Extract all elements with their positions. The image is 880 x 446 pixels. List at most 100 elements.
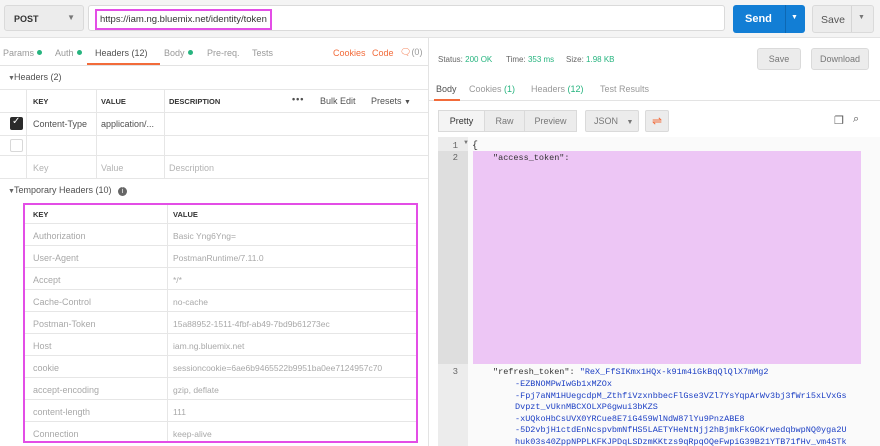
code-key: "refresh_token": [493, 367, 575, 377]
temp-headers-title[interactable]: ▼Temporary Headers (10) i [0, 185, 128, 196]
code-string: Dvpzt_vUknMBCXOLXP6gwui3bKZS [515, 402, 658, 412]
code-key: "access_token": [493, 153, 570, 163]
col-value: VALUE [101, 97, 126, 106]
tab-body[interactable]: Body [164, 48, 193, 58]
send-button[interactable]: Send ▼ [733, 5, 805, 33]
tab-body-label: Body [164, 48, 185, 58]
tab-cookies-count: (1) [504, 84, 516, 94]
request-bar: POST ▼ https://iam.ng.bluemix.net/identi… [0, 0, 880, 38]
temp-headers-title-text: Temporary Headers (10) [14, 185, 112, 195]
code-line: { [472, 141, 479, 152]
auth-dot-icon [76, 50, 82, 55]
url-input[interactable]: https://iam.ng.bluemix.net/identity/toke… [88, 5, 725, 31]
save-response-button[interactable]: Save [757, 48, 801, 70]
highlight-box [23, 203, 418, 443]
tab-tests-label: Tests [252, 48, 274, 58]
header-key[interactable]: Content-Type [33, 119, 87, 129]
line-number: 1 [452, 141, 458, 151]
save-label: Save [821, 14, 845, 26]
tab-headers-count: (12) [567, 84, 584, 94]
response-size: Size: 1.98 KB [566, 55, 615, 64]
comments-count: (0) [411, 47, 423, 57]
tab-params[interactable]: Params [3, 48, 43, 58]
table-border [0, 89, 428, 90]
tab-auth[interactable]: Auth [55, 48, 82, 58]
chevron-down-icon: ▼ [67, 13, 75, 22]
size-value: 1.98 KB [586, 55, 615, 64]
tab-response-cookies[interactable]: Cookies (1) [469, 84, 515, 94]
save-divider [851, 6, 852, 32]
fold-icon[interactable]: ▼ [463, 140, 469, 146]
new-description-input[interactable]: Description [169, 163, 214, 173]
params-dot-icon [37, 50, 43, 55]
wrap-lines-icon[interactable]: ⇌ [645, 110, 669, 132]
tab-response-body[interactable]: Body [436, 84, 457, 94]
caret-down-icon: ▼ [8, 188, 15, 195]
row-checkbox[interactable] [10, 116, 23, 130]
presets-dropdown[interactable]: Presets ▼ [371, 96, 411, 106]
format-label: JSON [594, 116, 619, 126]
table-border [96, 89, 97, 178]
more-icon[interactable]: ••• [292, 94, 304, 104]
header-value[interactable]: application/... [101, 119, 154, 129]
comment-icon: 🗨 [400, 47, 412, 57]
tab-response-headers[interactable]: Headers (12) [531, 84, 584, 94]
save-dropdown-icon[interactable]: ▼ [858, 14, 865, 21]
tab-headers[interactable]: Headers (12) [95, 48, 148, 58]
tab-headers-label: Headers (12) [95, 48, 148, 58]
pretty-button[interactable]: Pretty [438, 110, 485, 132]
code-string: "ReX_FfSIKmx1HQx-k91m4iGkBqQlQlX7mMg2 [579, 367, 769, 377]
row-checkbox[interactable] [10, 139, 23, 152]
new-value-input[interactable]: Value [101, 163, 123, 173]
caret-down-icon: ▼ [8, 75, 15, 82]
tab-prereq-label: Pre-req. [207, 48, 240, 58]
active-tab-underline [434, 99, 460, 101]
presets-label: Presets [371, 96, 402, 106]
time-label: Time: [506, 55, 526, 64]
code-string: huk03s40ZppNPPLKFKJPDqLSDzmKKtzs9qRpqOQe… [515, 436, 847, 446]
tab-tests[interactable]: Tests [252, 48, 273, 58]
tab-headers-label: Headers [531, 84, 566, 94]
code-string: -EZBNOMPwIwGb1xMZOx [515, 379, 612, 389]
search-icon[interactable]: ⌕ [853, 113, 859, 126]
table-border [0, 155, 428, 156]
preview-button[interactable]: Preview [524, 110, 577, 132]
size-label: Size: [566, 55, 584, 64]
method-label: POST [14, 14, 39, 24]
table-border [0, 178, 428, 179]
time-value: 353 ms [527, 55, 555, 64]
save-button[interactable]: Save ▼ [812, 5, 874, 33]
body-dot-icon [187, 50, 193, 55]
response-status: Status: 200 OK [438, 55, 492, 64]
headers-section-title[interactable]: ▼Headers (2) [0, 72, 62, 82]
comments-link[interactable]: 🗨(0) [400, 47, 422, 58]
raw-button[interactable]: Raw [484, 110, 525, 132]
send-dropdown-icon[interactable]: ▼ [791, 14, 798, 21]
info-icon[interactable]: i [118, 187, 128, 196]
table-border [164, 89, 165, 178]
response-tabs-border [429, 100, 880, 101]
line-number: 3 [452, 367, 458, 377]
tab-prereq[interactable]: Pre-req. [207, 48, 240, 58]
method-select[interactable]: POST ▼ [4, 5, 84, 31]
tab-test-results[interactable]: Test Results [600, 84, 649, 94]
cookies-link[interactable]: Cookies [333, 48, 366, 58]
table-border [0, 135, 428, 136]
col-description: DESCRIPTION [169, 97, 221, 106]
headers-title-text: Headers (2) [14, 72, 62, 82]
code-link[interactable]: Code [372, 48, 394, 58]
response-time: Time: 353 ms [506, 55, 554, 64]
send-label: Send [745, 13, 772, 25]
new-key-input[interactable]: Key [33, 163, 49, 173]
url-value: https://iam.ng.bluemix.net/identity/toke… [95, 9, 272, 30]
table-border [0, 112, 428, 113]
bulk-edit-link[interactable]: Bulk Edit [320, 96, 356, 106]
redacted-token [473, 151, 861, 364]
line-number: 2 [452, 153, 458, 163]
code-line: "refresh_token": "ReX_FfSIKmx1HQx-k91m4i… [493, 367, 768, 377]
copy-icon[interactable]: ❐ [834, 114, 844, 127]
download-button[interactable]: Download [811, 48, 869, 70]
status-label: Status: [438, 55, 463, 64]
table-border [26, 89, 27, 178]
format-select[interactable]: JSON ▼ [585, 110, 639, 132]
